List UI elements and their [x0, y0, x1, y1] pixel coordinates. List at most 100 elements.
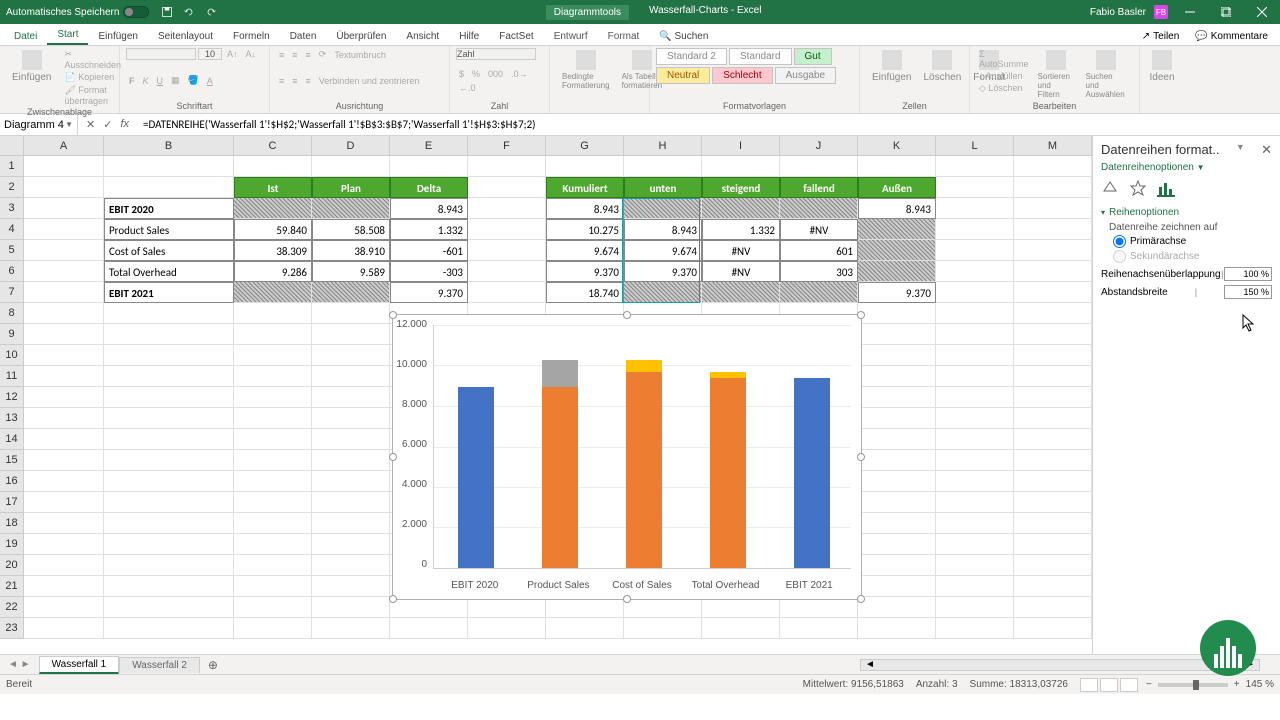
col-header[interactable]: D: [312, 136, 390, 155]
series-options-icon[interactable]: [1157, 179, 1175, 197]
tab-datei[interactable]: Datei: [4, 28, 47, 45]
cell[interactable]: 8.943: [390, 198, 468, 219]
page-break-button[interactable]: [1120, 678, 1138, 692]
close-pane-icon[interactable]: ✕: [1261, 142, 1272, 158]
paste-button[interactable]: Einfügen: [6, 48, 57, 107]
row-header[interactable]: 12: [0, 387, 24, 408]
merge-button[interactable]: Verbinden und zentrieren: [316, 75, 423, 87]
cell[interactable]: [780, 282, 858, 303]
tab-start[interactable]: Start: [47, 26, 88, 45]
style-standard2[interactable]: Standard 2: [656, 48, 727, 65]
col-header[interactable]: G: [546, 136, 624, 155]
row-header[interactable]: 2: [0, 177, 24, 198]
inc-decimal-icon[interactable]: .0→: [508, 68, 531, 80]
row-header[interactable]: 16: [0, 471, 24, 492]
name-box[interactable]: Diagramm 4 ▼: [0, 115, 78, 135]
number-format-select[interactable]: [456, 48, 536, 60]
zoom-level[interactable]: 145 %: [1246, 679, 1274, 690]
cell[interactable]: [780, 198, 858, 219]
delete-cells-button[interactable]: Löschen: [917, 48, 967, 85]
cell[interactable]: -601: [390, 240, 468, 261]
tab-seitenlayout[interactable]: Seitenlayout: [148, 28, 223, 45]
cell[interactable]: 8.943: [858, 198, 936, 219]
style-standard[interactable]: Standard: [729, 48, 792, 65]
primary-axis-radio[interactable]: Primärachse: [1113, 235, 1272, 248]
align-bot-icon[interactable]: ≡: [303, 49, 314, 61]
row-header[interactable]: 19: [0, 534, 24, 555]
cell[interactable]: 38.910: [312, 240, 390, 261]
font-name-input[interactable]: [126, 48, 196, 60]
style-neutral[interactable]: Neutral: [656, 67, 710, 84]
cell[interactable]: 1.332: [702, 219, 780, 240]
pane-subtitle[interactable]: Datenreihenoptionen ▼: [1101, 162, 1272, 173]
cell[interactable]: 9.674: [546, 240, 624, 261]
close-button[interactable]: [1248, 0, 1276, 24]
cell[interactable]: fallend: [780, 177, 858, 198]
increase-font-icon[interactable]: A↑: [224, 48, 241, 60]
cell[interactable]: 59.840: [234, 219, 312, 240]
cell[interactable]: [312, 282, 390, 303]
autosum-button[interactable]: Σ AutoSumme: [976, 48, 1032, 70]
conditional-format-button[interactable]: Bedingte Formatierung: [556, 48, 616, 92]
bar-ebit2020[interactable]: [458, 387, 494, 568]
overlap-input[interactable]: [1224, 267, 1272, 281]
resize-handle[interactable]: [623, 311, 631, 319]
page-layout-button[interactable]: [1100, 678, 1118, 692]
row-header[interactable]: 23: [0, 618, 24, 639]
sheet-nav[interactable]: ◄ ►: [0, 659, 39, 670]
dec-decimal-icon[interactable]: ←.0: [456, 82, 479, 94]
sheet-tab-wasserfall1[interactable]: Wasserfall 1: [39, 656, 120, 674]
col-header[interactable]: L: [936, 136, 1014, 155]
bold-button[interactable]: F: [126, 75, 138, 87]
row-header[interactable]: 7: [0, 282, 24, 303]
formula-input[interactable]: =DATENREIHE('Wasserfall 1'!$H$2;'Wasserf…: [137, 118, 1280, 131]
wrap-button[interactable]: Textumbruch: [331, 49, 389, 61]
row-header[interactable]: 1: [0, 156, 24, 177]
underline-button[interactable]: U: [154, 75, 167, 87]
zoom-slider[interactable]: [1158, 683, 1228, 687]
cell[interactable]: 10.275: [546, 219, 624, 240]
resize-handle[interactable]: [857, 453, 865, 461]
effects-icon[interactable]: [1129, 179, 1147, 197]
gap-input[interactable]: [1224, 285, 1272, 299]
align-right-icon[interactable]: ≡: [303, 75, 314, 87]
cell[interactable]: 58.508: [312, 219, 390, 240]
cell[interactable]: [312, 198, 390, 219]
cell[interactable]: 9.589: [312, 261, 390, 282]
style-ausgabe[interactable]: Ausgabe: [775, 67, 836, 84]
ideas-button[interactable]: Ideen: [1146, 48, 1178, 85]
row-header[interactable]: 20: [0, 555, 24, 576]
insert-cells-button[interactable]: Einfügen: [866, 48, 917, 85]
row-header[interactable]: 10: [0, 345, 24, 366]
secondary-axis-radio[interactable]: Sekundärachse: [1113, 250, 1272, 263]
style-gut[interactable]: Gut: [794, 48, 832, 65]
align-top-icon[interactable]: ≡: [276, 49, 287, 61]
cell[interactable]: -303: [390, 261, 468, 282]
toggle-switch[interactable]: [123, 6, 149, 18]
bar-totaloverhead-fallend[interactable]: [710, 372, 746, 378]
cell[interactable]: Kumuliert: [546, 177, 624, 198]
cell[interactable]: steigend: [702, 177, 780, 198]
find-select-button[interactable]: Suchen und Auswählen: [1080, 48, 1134, 101]
cell[interactable]: Cost of Sales: [104, 240, 234, 261]
percent-icon[interactable]: %: [469, 68, 483, 80]
col-header[interactable]: H: [624, 136, 702, 155]
cell[interactable]: [702, 198, 780, 219]
cell[interactable]: [234, 198, 312, 219]
zoom-out-button[interactable]: −: [1146, 679, 1152, 690]
row-header[interactable]: 15: [0, 450, 24, 471]
fill-button[interactable]: ↓ Ausfüllen: [976, 70, 1032, 82]
cell[interactable]: [702, 282, 780, 303]
row-header[interactable]: 11: [0, 366, 24, 387]
bar-productsales-unten[interactable]: [542, 387, 578, 568]
resize-handle[interactable]: [389, 311, 397, 319]
row-header[interactable]: 22: [0, 597, 24, 618]
col-header[interactable]: K: [858, 136, 936, 155]
align-center-icon[interactable]: ≡: [289, 75, 300, 87]
font-color-button[interactable]: A: [204, 75, 216, 87]
cell[interactable]: #NV: [780, 219, 858, 240]
tab-hilfe[interactable]: Hilfe: [449, 28, 489, 45]
user-avatar[interactable]: FB: [1154, 5, 1168, 19]
bar-ebit2021[interactable]: [794, 378, 830, 568]
row-header[interactable]: 8: [0, 303, 24, 324]
